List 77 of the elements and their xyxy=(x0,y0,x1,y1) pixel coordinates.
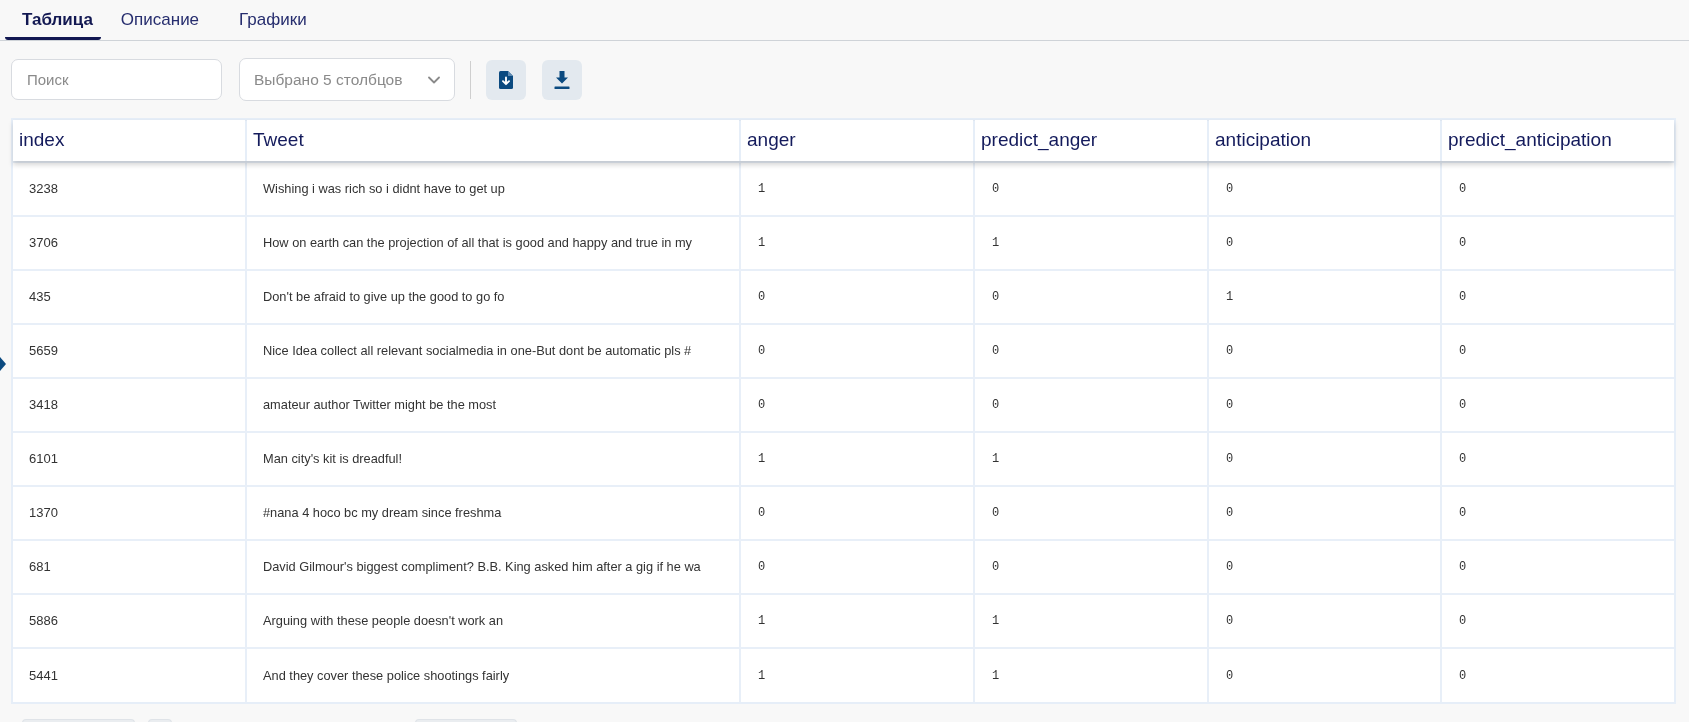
table-cell: Nice Idea collect all relevant socialmedia in one-But dont be automatic pls # xyxy=(246,324,740,378)
table-cell: 0 xyxy=(974,324,1208,378)
table-cell: 0 xyxy=(1441,540,1674,594)
table-cell: 0 xyxy=(1441,270,1674,324)
table-cell: 6101 xyxy=(13,432,246,486)
table-cell: 0 xyxy=(1208,216,1441,270)
table-cell: 681 xyxy=(13,540,246,594)
table-cell: 1 xyxy=(740,648,974,702)
search-field[interactable]: Поиск xyxy=(11,59,222,100)
download-button[interactable] xyxy=(542,59,582,100)
columns-dropdown[interactable]: Выбрано 5 столбцов xyxy=(239,58,455,101)
table-cell: 1 xyxy=(974,594,1208,648)
tab[interactable]: Графики xyxy=(219,0,327,40)
table-cell: 1 xyxy=(740,432,974,486)
table-cell: Wishing i was rich so i didnt have to get up xyxy=(246,162,740,216)
table-cell: 3418 xyxy=(13,378,246,432)
table-cell: 1 xyxy=(740,594,974,648)
table-cell: 0 xyxy=(1441,432,1674,486)
table-cell: 435 xyxy=(13,270,246,324)
table-cell: 0 xyxy=(1441,162,1674,216)
table-cell: 5441 xyxy=(13,648,246,702)
tab[interactable]: Таблица xyxy=(5,0,101,40)
table-cell: 0 xyxy=(974,486,1208,540)
file-download-icon xyxy=(499,70,513,89)
table-cell: 1 xyxy=(1208,270,1441,324)
table-cell: 0 xyxy=(1441,378,1674,432)
table-cell: And they cover these police shootings fairly xyxy=(246,648,740,702)
table-cell: 0 xyxy=(740,324,974,378)
table-cell: amateur author Twitter might be the most xyxy=(246,378,740,432)
chevron-down-icon xyxy=(428,75,440,84)
table-cell: 0 xyxy=(1208,324,1441,378)
table-cell: 3706 xyxy=(13,216,246,270)
table-cell: 0 xyxy=(1208,648,1441,702)
table-cell: 1370 xyxy=(13,486,246,540)
column-header: anticipation xyxy=(1208,120,1441,162)
table-cell: 1 xyxy=(740,216,974,270)
table-cell: Don't be afraid to give up the good to go fo xyxy=(246,270,740,324)
column-header: predict_anger xyxy=(974,120,1208,162)
table-cell: 0 xyxy=(740,540,974,594)
file-download-button[interactable] xyxy=(486,59,526,100)
column-header: Tweet xyxy=(246,120,740,162)
table-cell: 3238 xyxy=(13,162,246,216)
table-cell: 0 xyxy=(974,270,1208,324)
table-cell: David Gilmour's biggest compliment? B.B. King asked him after a gig if he wa xyxy=(246,540,740,594)
table-cell: 0 xyxy=(1208,378,1441,432)
table-cell: 0 xyxy=(1208,540,1441,594)
table-cell: 0 xyxy=(1441,648,1674,702)
table-cell: 0 xyxy=(740,486,974,540)
table-cell: 0 xyxy=(1441,486,1674,540)
table-cell: How on earth can the projection of all that is good and happy and true in my xyxy=(246,216,740,270)
table-cell: 1 xyxy=(740,162,974,216)
table-cell: 0 xyxy=(1441,324,1674,378)
tab[interactable]: Описание xyxy=(100,0,220,40)
table-cell: 0 xyxy=(974,162,1208,216)
table-cell: 5886 xyxy=(13,594,246,648)
table-cell: 5659 xyxy=(13,324,246,378)
table-cell: 0 xyxy=(974,540,1208,594)
table-cell: 0 xyxy=(974,378,1208,432)
table-cell: 0 xyxy=(740,270,974,324)
table-cell: 1 xyxy=(974,216,1208,270)
chevron-right-icon[interactable] xyxy=(0,357,6,371)
table-cell: 0 xyxy=(740,378,974,432)
table-cell: 1 xyxy=(974,648,1208,702)
table-cell: 0 xyxy=(1208,594,1441,648)
table-cell: 0 xyxy=(1208,432,1441,486)
download-icon xyxy=(554,70,570,89)
table-cell: #nana 4 hoco bc my dream since freshma xyxy=(246,486,740,540)
column-header: anger xyxy=(740,120,974,162)
table-cell: Arguing with these people doesn't work an xyxy=(246,594,740,648)
column-header: predict_anticipation xyxy=(1441,120,1674,162)
column-header: index xyxy=(13,120,246,162)
table-cell: 0 xyxy=(1208,162,1441,216)
table-cell: Man city's kit is dreadful! xyxy=(246,432,740,486)
table-cell: 0 xyxy=(1208,486,1441,540)
table-cell: 0 xyxy=(1441,594,1674,648)
table-cell: 1 xyxy=(974,432,1208,486)
table-cell: 0 xyxy=(1441,216,1674,270)
